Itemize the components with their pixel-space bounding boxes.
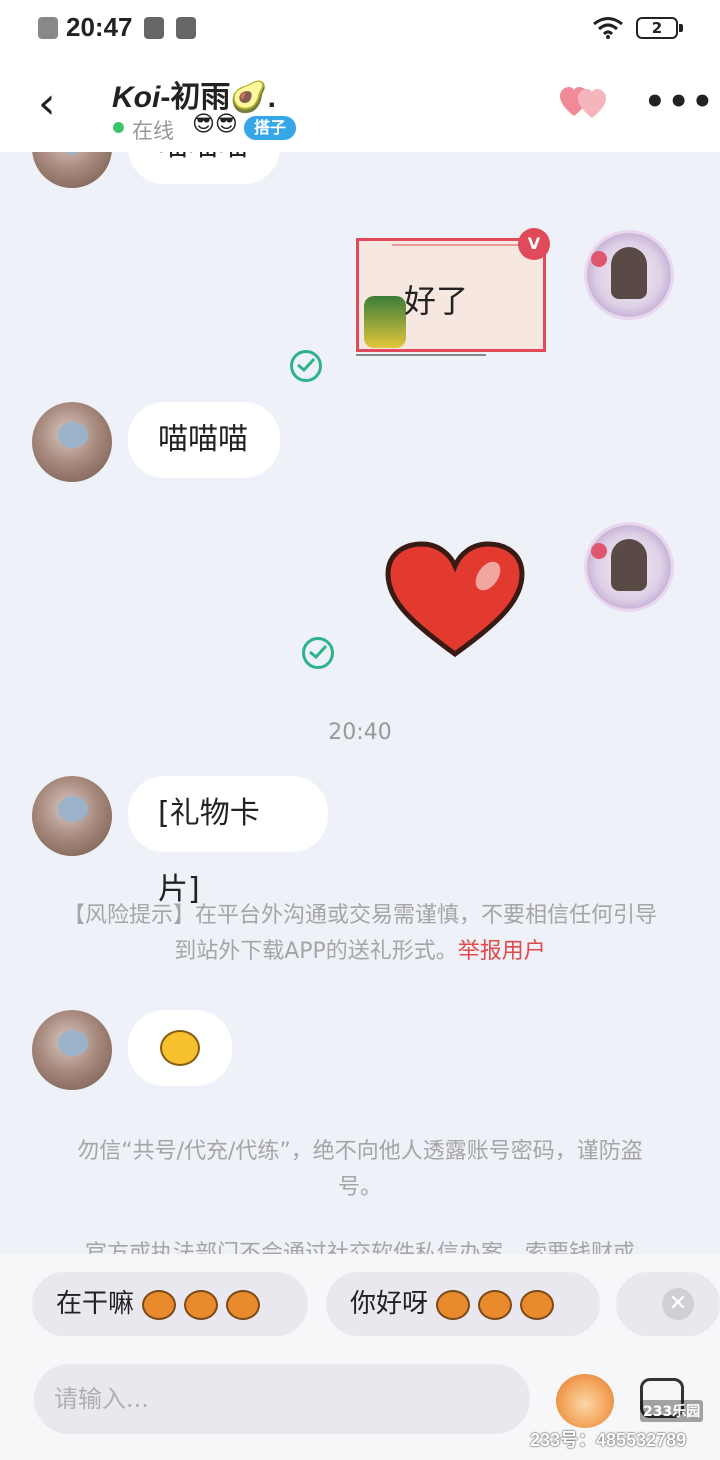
close-icon[interactable]: ✕ <box>662 1288 694 1320</box>
read-check-icon <box>302 637 334 669</box>
contact-avatar[interactable] <box>32 1010 112 1090</box>
report-user-link[interactable]: 举报用户 <box>458 939 546 964</box>
gift-card-text: 好了 <box>404 282 469 320</box>
badge-emoji-overlay: 😎😎 <box>192 112 238 137</box>
status-time: 20:47 <box>66 12 133 42</box>
back-button[interactable]: ‹ <box>38 82 56 126</box>
timestamp: 20:40 <box>328 720 392 745</box>
quick-reply-label: 你好呀 <box>350 1289 429 1319</box>
quick-reply-label: 在干嘛 <box>56 1289 135 1319</box>
card-underline <box>356 354 486 356</box>
message-bubble[interactable]: [礼物卡片] <box>128 776 328 907</box>
monkey-emoji-icon <box>184 1289 219 1320</box>
app-notification-icon <box>144 17 164 39</box>
more-button[interactable]: ••• <box>644 82 715 122</box>
badge-overlay[interactable]: 搭子 <box>244 116 297 140</box>
wifi-icon <box>593 17 623 39</box>
status-bar: 20:47 2 <box>0 0 720 58</box>
contact-avatar[interactable] <box>32 402 112 482</box>
contact-name-overlay: Koi-初雨🥑. <box>112 81 277 114</box>
contact-avatar[interactable] <box>32 776 112 856</box>
online-text-overlay: 在线 <box>132 119 174 143</box>
heart-sticker[interactable] <box>384 540 526 658</box>
app-notification-icon-2 <box>176 17 196 39</box>
online-dot-overlay <box>113 122 124 133</box>
hearts-icon-overlay[interactable] <box>560 86 610 120</box>
monkey-emoji-icon <box>142 1289 177 1320</box>
risk-notice-text: 【风险提示】在平台外沟通或交易需谨慎，不要相信任何引导到站外下载APP的送礼形式… <box>62 903 657 964</box>
monkey-emoji-icon <box>478 1289 513 1320</box>
my-avatar[interactable] <box>584 230 674 320</box>
risk-notice: 【风险提示】在平台外沟通或交易需谨慎，不要相信任何引导到站外下载APP的送礼形式… <box>60 898 660 970</box>
card-badge-icon: V <box>518 228 550 260</box>
message-input[interactable] <box>34 1364 530 1434</box>
watermark-text: 233号：485532789 <box>530 1430 687 1450</box>
security-notice: 勿信“共号/代充/代练”，绝不向他人透露账号密码，谨防盗号。 <box>77 1139 643 1200</box>
card-character-image <box>364 296 406 348</box>
my-avatar[interactable] <box>584 522 674 612</box>
message-bubble[interactable]: 喵喵喵 <box>128 402 280 478</box>
monkey-emoji-icon <box>436 1289 471 1320</box>
monkey-emoji-icon <box>226 1289 261 1320</box>
battery-icon: 2 <box>636 17 683 39</box>
grin-emoji-icon <box>160 1030 200 1066</box>
quick-reply-chip[interactable]: 你好呀 <box>326 1272 600 1336</box>
emoji-picker-icon[interactable] <box>556 1374 614 1428</box>
watermark-logo: 233乐园 <box>640 1400 704 1422</box>
notification-icon <box>38 17 58 39</box>
monkey-emoji-icon <box>520 1289 555 1320</box>
header-overlay: ‹ Koi-初雨🥑. 在线 😎😎 搭子 ••• <box>0 58 720 152</box>
read-check-icon <box>290 350 322 382</box>
quick-reply-chip[interactable]: 在干嘛 <box>32 1272 308 1336</box>
